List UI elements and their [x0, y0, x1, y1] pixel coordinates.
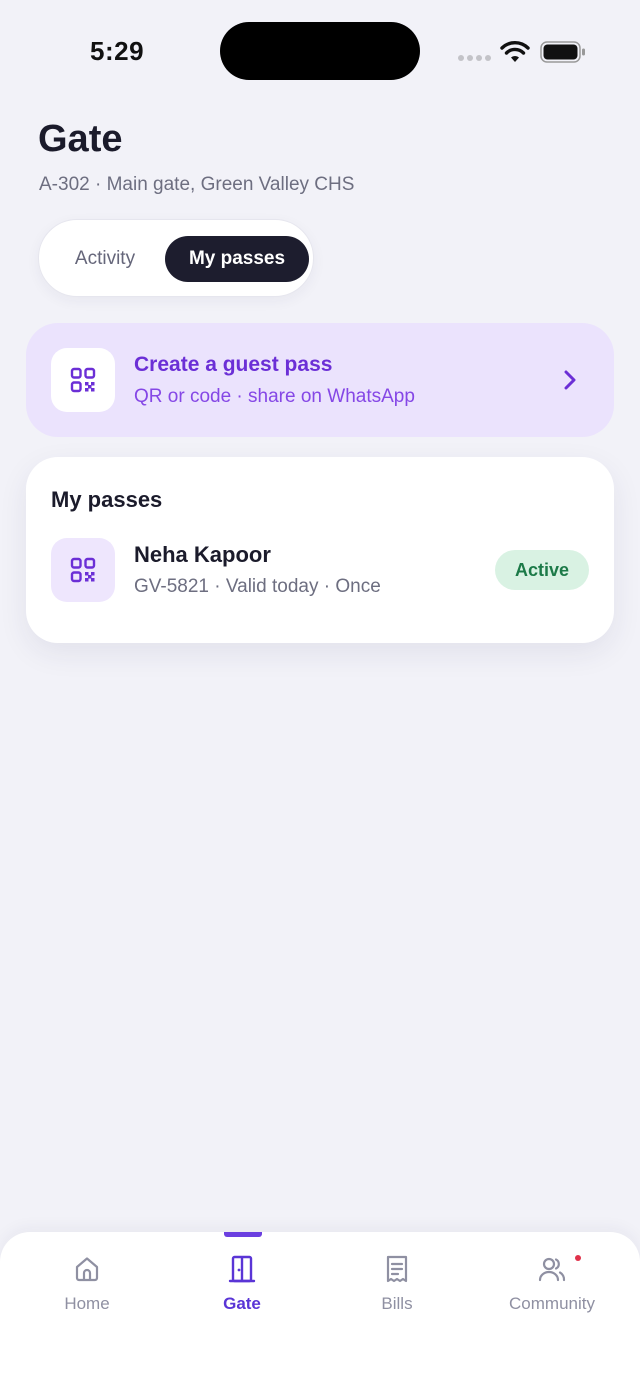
- receipt-icon: [386, 1255, 408, 1283]
- tab-bills[interactable]: Bills: [327, 1254, 467, 1324]
- page-subtitle: A-302 · Main gate, Green Valley CHS: [39, 174, 355, 195]
- users-icon: [538, 1257, 566, 1282]
- tab-home[interactable]: Home: [17, 1254, 157, 1324]
- qr-code-icon: [70, 367, 96, 393]
- my-passes-heading: My passes: [51, 487, 163, 512]
- battery-icon: [540, 41, 585, 63]
- status-badge: Active: [495, 550, 589, 590]
- tab-gate-label: Gate: [223, 1294, 261, 1313]
- guest-pass-icon-box: [51, 348, 115, 412]
- tab-activity[interactable]: Activity: [49, 236, 161, 282]
- tab-gate[interactable]: Gate: [172, 1254, 312, 1324]
- guest-pass-subtitle: QR or code · share on WhatsApp: [134, 386, 415, 407]
- view-segmented-control: Activity My passes: [38, 219, 314, 297]
- tab-bills-label: Bills: [381, 1294, 413, 1313]
- qr-code-icon: [70, 557, 96, 583]
- chevron-right-icon: [564, 370, 576, 390]
- create-guest-pass-button[interactable]: Create a guest pass QR or code · share o…: [26, 323, 614, 437]
- dynamic-island: [220, 22, 420, 80]
- cellular-signal-icon: [458, 55, 491, 61]
- notification-dot: [575, 1255, 581, 1261]
- tab-community[interactable]: Community: [482, 1254, 622, 1324]
- active-tab-indicator: [224, 1232, 262, 1237]
- my-passes-card: My passes Neha Kapoor GV-5821 · Valid to…: [26, 457, 614, 643]
- pass-details: GV-5821 · Valid today · Once: [134, 576, 381, 597]
- pass-list-item[interactable]: Neha Kapoor GV-5821 · Valid today · Once…: [51, 538, 591, 602]
- tab-community-label: Community: [509, 1294, 595, 1313]
- pass-guest-name: Neha Kapoor: [134, 542, 271, 567]
- tab-my-passes[interactable]: My passes: [165, 236, 309, 282]
- door-icon: [228, 1255, 256, 1283]
- tab-home-label: Home: [64, 1294, 110, 1313]
- status-bar: 5:29: [0, 0, 640, 100]
- status-time: 5:29: [90, 36, 145, 66]
- wifi-icon: [500, 41, 530, 62]
- home-icon: [75, 1257, 99, 1282]
- guest-pass-title: Create a guest pass: [134, 353, 333, 376]
- page-title: Gate: [38, 118, 123, 160]
- bottom-tab-bar: Home Gate Bills Community: [0, 1232, 640, 1391]
- pass-icon-box: [51, 538, 115, 602]
